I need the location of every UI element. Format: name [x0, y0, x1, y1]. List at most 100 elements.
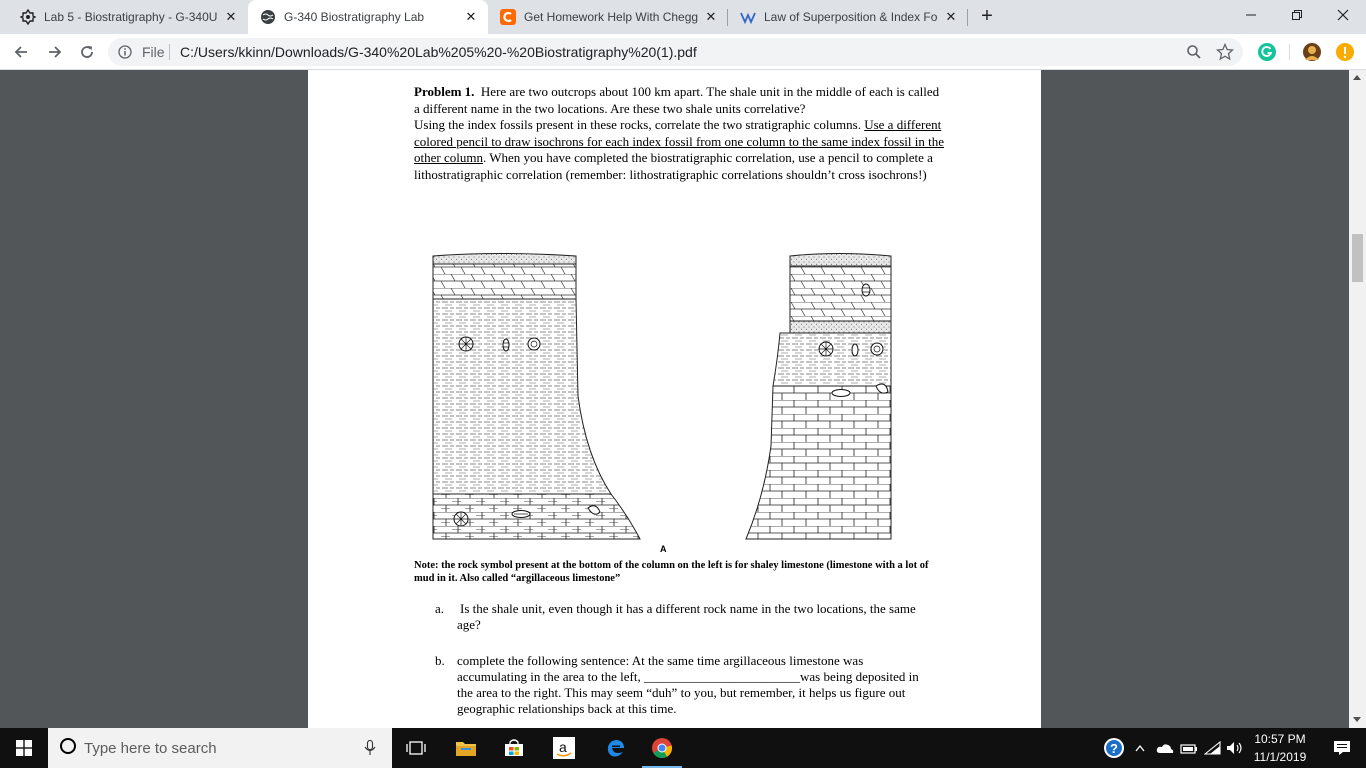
battery-tray-icon[interactable]	[1178, 728, 1200, 768]
fossil-trilobite	[831, 389, 851, 397]
svg-text:a: a	[559, 739, 567, 755]
fossil-brachiopod	[818, 341, 834, 357]
stratigraphic-columns-figure	[432, 253, 892, 540]
grammarly-icon[interactable]	[1258, 43, 1276, 61]
minimize-button[interactable]	[1228, 0, 1274, 30]
minimize-icon	[1246, 14, 1256, 16]
scroll-down-icon[interactable]	[1353, 717, 1361, 722]
notification-icon	[1334, 741, 1350, 755]
address-bar[interactable]: File C:/Users/kkinn/Downloads/G-340%20La…	[108, 38, 1243, 66]
scroll-up-icon[interactable]	[1353, 75, 1361, 80]
tab-separator	[967, 9, 968, 26]
fossil-brachiopod	[453, 511, 469, 527]
wifi-icon	[1204, 741, 1221, 755]
browser-toolbar: File C:/Users/kkinn/Downloads/G-340%20La…	[0, 34, 1366, 70]
tab-wikipedia[interactable]: Law of Superposition & Index Fo ✕	[728, 0, 968, 34]
arrow-left-icon	[14, 46, 27, 58]
chrome-icon	[652, 738, 673, 759]
restore-icon	[1292, 10, 1302, 20]
toolbar-divider	[1289, 44, 1290, 60]
question-a-label: a.	[435, 601, 445, 616]
forward-button[interactable]	[44, 41, 66, 63]
zoom-icon[interactable]	[1186, 44, 1202, 60]
task-view-button[interactable]	[392, 728, 440, 768]
left-stratigraphic-column	[432, 253, 641, 540]
help-tray-icon[interactable]: ?	[1100, 728, 1128, 768]
chrome-button[interactable]	[638, 728, 686, 768]
tab-title: Lab 5 - Biostratigraphy - G-340U	[44, 10, 218, 24]
windows-taskbar: Type here to search a ? 10:57 PM 11/1/20…	[0, 728, 1366, 768]
tab-g340-lab[interactable]: G-340 Biostratigraphy Lab ✕	[248, 0, 488, 34]
new-tab-button[interactable]: +	[976, 5, 998, 27]
microphone-icon[interactable]	[364, 740, 376, 756]
wifi-tray-icon[interactable]	[1202, 728, 1224, 768]
start-button[interactable]	[0, 728, 48, 768]
close-window-button[interactable]	[1320, 0, 1366, 30]
problem-paragraph: Problem 1. Here are two outcrops about 1…	[414, 84, 944, 183]
taskbar-search[interactable]: Type here to search	[48, 728, 392, 768]
fossil-brachiopod	[458, 336, 474, 352]
vertical-scrollbar[interactable]	[1349, 70, 1366, 728]
close-icon[interactable]: ✕	[222, 9, 240, 25]
close-icon[interactable]: ✕	[702, 9, 720, 25]
avatar-image	[1305, 46, 1319, 60]
tab-title: Law of Superposition & Index Fo	[764, 10, 938, 24]
puzzle-icon	[20, 9, 36, 25]
tab-lab5[interactable]: Lab 5 - Biostratigraphy - G-340U ✕	[8, 0, 248, 34]
fossil-trilobite	[511, 510, 531, 518]
pdf-viewer[interactable]: Problem 1. Here are two outcrops about 1…	[0, 70, 1366, 728]
divider	[169, 44, 170, 60]
show-hidden-icons[interactable]	[1132, 728, 1148, 768]
reload-button[interactable]	[76, 41, 98, 63]
info-icon[interactable]	[118, 45, 132, 59]
close-icon[interactable]: ✕	[942, 9, 960, 25]
battery-icon	[1180, 744, 1197, 754]
reload-icon	[81, 46, 93, 58]
action-center-button[interactable]	[1318, 728, 1366, 768]
exclamation-icon	[1343, 47, 1347, 59]
tab-chegg[interactable]: Get Homework Help With Chegg ✕	[488, 0, 728, 34]
wikipedia-icon	[740, 12, 756, 25]
globe-icon	[261, 10, 275, 24]
file-label: File	[142, 44, 165, 60]
edge-button[interactable]	[592, 728, 640, 768]
question-b-label: b.	[435, 653, 445, 668]
pdf-page: Problem 1. Here are two outcrops about 1…	[308, 70, 1041, 728]
onedrive-tray-icon[interactable]	[1154, 728, 1176, 768]
fossil-ammonite	[870, 342, 884, 356]
figure-note: Note: the rock symbol present at the bot…	[414, 560, 929, 584]
question-a-text: Is the shale unit, even though it has a …	[457, 601, 916, 632]
restore-button[interactable]	[1274, 0, 1320, 30]
problem-title: Problem 1.	[414, 84, 475, 99]
tab-title: Get Homework Help With Chegg	[524, 10, 699, 24]
cortana-icon	[60, 738, 76, 754]
update-alert-icon[interactable]	[1336, 43, 1354, 61]
svg-text:?: ?	[1110, 741, 1118, 756]
avatar[interactable]	[1303, 43, 1321, 61]
system-clock[interactable]: 10:57 PM 11/1/2019	[1244, 730, 1316, 766]
cloud-icon	[1156, 744, 1174, 753]
amazon-button[interactable]: a	[540, 728, 588, 768]
file-explorer-button[interactable]	[442, 728, 490, 768]
fossil-gastropod	[851, 343, 859, 357]
task-view-icon	[406, 741, 426, 755]
clock-date: 11/1/2019	[1253, 750, 1307, 764]
figure-label: A	[660, 544, 667, 554]
volume-tray-icon[interactable]	[1224, 728, 1246, 768]
close-icon[interactable]: ✕	[462, 9, 480, 25]
scrollbar-thumb[interactable]	[1352, 234, 1363, 282]
windows-logo-icon	[16, 740, 32, 756]
back-button[interactable]	[10, 41, 32, 63]
arrow-right-icon	[49, 46, 62, 58]
url-text[interactable]: C:/Users/kkinn/Downloads/G-340%20Lab%205…	[180, 44, 697, 60]
edge-icon	[607, 740, 624, 757]
chevron-up-icon	[1135, 744, 1145, 752]
star-icon[interactable]	[1216, 43, 1234, 61]
fossil-gastropod	[861, 283, 871, 297]
instruction-start: Using the index fossils present in these…	[414, 117, 861, 132]
help-icon: ?	[1104, 738, 1124, 758]
grammarly-glyph	[1261, 46, 1273, 57]
tab-strip: Lab 5 - Biostratigraphy - G-340U ✕ G-340…	[0, 0, 1366, 34]
chegg-icon	[500, 9, 516, 25]
store-button[interactable]	[490, 728, 538, 768]
